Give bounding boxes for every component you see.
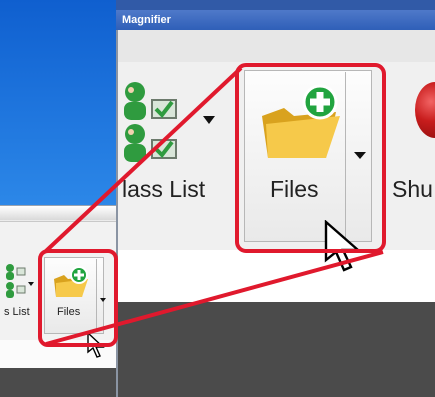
files-label: Files	[57, 306, 81, 318]
magnified-dark-panel	[118, 302, 435, 397]
class-list-dropdown-arrow[interactable]	[28, 282, 34, 286]
magnified-files-dropdown-arrow[interactable]	[354, 152, 366, 159]
class-list-label: s List	[4, 306, 30, 318]
magnified-files-split-divider	[345, 72, 346, 240]
users-check-icon	[124, 82, 177, 162]
app-dark-panel	[0, 368, 120, 397]
folder-add-icon	[262, 84, 340, 158]
folder-add-icon	[54, 266, 88, 297]
files-split-divider	[96, 259, 97, 332]
magnified-class-list-label: lass List	[122, 176, 206, 202]
app-toolbar	[0, 205, 120, 220]
class-list-dropdown-arrow[interactable]	[202, 115, 216, 125]
mouse-pointer-icon	[324, 220, 362, 272]
users-check-icon	[6, 264, 26, 298]
magnified-files-label: Files	[270, 176, 319, 202]
magnifier-titlebar[interactable]: Magnifier	[116, 10, 435, 30]
magnifier-toolbar-strip	[118, 30, 435, 63]
magnifier-top-band	[116, 0, 435, 10]
magnified-shutdown-label: Shu	[392, 176, 433, 202]
magnified-content-area	[118, 250, 435, 302]
files-dropdown-arrow[interactable]	[100, 298, 106, 302]
mouse-pointer-icon	[87, 332, 105, 358]
magnifier-title: Magnifier	[122, 14, 171, 26]
